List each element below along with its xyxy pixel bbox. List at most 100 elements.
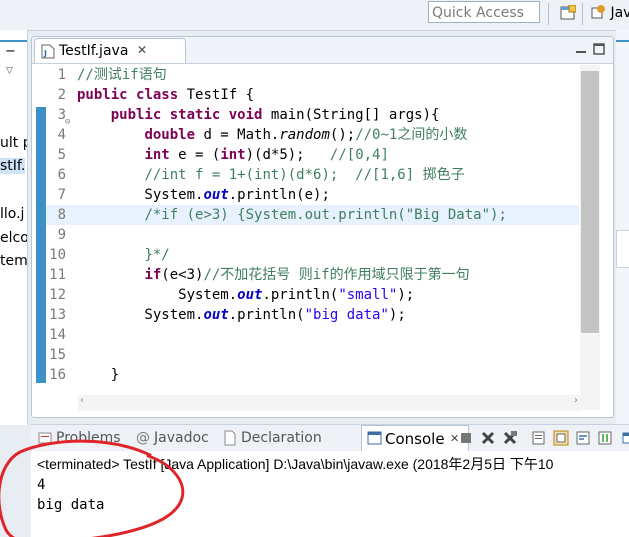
code-line[interactable]: 1 //测试if语句 — [46, 65, 579, 85]
toolbar-separator — [582, 3, 583, 25]
java-perspective-button[interactable]: Jav — [590, 4, 629, 24]
scroll-lock-icon[interactable] — [553, 430, 569, 446]
editor-tab-testif[interactable]: J TestIf.java ✕ — [34, 38, 186, 63]
code-text: public class TestIf { — [77, 85, 254, 105]
code-line[interactable]: 10 }*/ — [46, 245, 579, 265]
line-number: 11 — [49, 267, 66, 283]
code-line[interactable]: 11 if(e<3)//不加花括号 则if的作用域只限于第一句 — [46, 265, 579, 285]
scroll-left-icon[interactable]: ‹ — [80, 395, 84, 406]
open-perspective-icon[interactable] — [560, 5, 576, 21]
code-token: class — [136, 87, 179, 103]
code-text: int e = (int)(d*5); //[0,4] — [77, 145, 389, 165]
display-console-icon[interactable] — [621, 430, 629, 446]
code-editor-panel: J TestIf.java ✕ 1 //测试if语句 2 public class T… — [31, 36, 614, 418]
code-token: int — [144, 147, 170, 163]
tree-item[interactable]: tem — [0, 253, 27, 269]
code-line[interactable]: 3 ⊖ public static void main(String[] args… — [46, 105, 579, 127]
pin-console-icon[interactable] — [597, 430, 613, 446]
code-token: //int f = 1+(int)(d*6); //[1,6] 掷色子 — [144, 167, 465, 183]
code-token: random — [279, 127, 330, 143]
code-text: System.out.println(e); — [77, 185, 329, 205]
perspective-label: Jav — [610, 5, 629, 21]
code-token: //测试if语句 — [77, 67, 167, 83]
maximize-icon[interactable] — [592, 42, 606, 56]
code-token: //[0,4] — [329, 147, 389, 163]
main-toolbar: Quick Access Jav — [0, 0, 629, 31]
code-area[interactable]: 1//测试if语句 2 public class TestIf {3 ⊖ public… — [46, 65, 579, 390]
minimize-icon[interactable]: − — [5, 44, 16, 59]
close-tab-icon[interactable]: ✕ — [137, 43, 147, 57]
right-trim-panel — [616, 30, 629, 425]
tree-item[interactable]: elco — [0, 230, 27, 246]
code-line[interactable]: 16 } — [46, 365, 579, 385]
code-token: .println( — [228, 307, 305, 323]
console-status-line: <terminated> TestIf [Java Application] D… — [37, 456, 554, 472]
view-menu-icon[interactable]: ▽ — [6, 66, 13, 76]
clear-console-icon[interactable] — [531, 430, 547, 446]
code-token: System. — [77, 287, 238, 303]
console-output-area[interactable]: <terminated> TestIf [Java Application] D… — [31, 451, 629, 537]
tab-javadoc[interactable]: Javadoc — [154, 430, 209, 446]
code-line[interactable]: 5 int e = (int)(d*5); //[0,4] — [46, 145, 579, 165]
line-number: 6 — [57, 167, 66, 183]
code-line[interactable]: 14 — [46, 325, 579, 345]
code-token: e = ( — [169, 147, 221, 163]
code-line[interactable]: 9 — [46, 225, 579, 245]
line-number: 9 — [57, 227, 66, 243]
trim-stack[interactable] — [616, 230, 629, 268]
code-text: if(e<3)//不加花括号 则if的作用域只限于第一句 — [77, 265, 470, 285]
code-line[interactable]: 4 double d = Math.random();//0~1之间的小数 — [46, 125, 579, 145]
quick-access-input[interactable]: Quick Access — [428, 1, 540, 23]
tree-item-selected[interactable]: stIf. — [0, 158, 26, 174]
code-token: double — [144, 127, 196, 143]
console-output-line: 4 — [37, 477, 46, 493]
vertical-scroll-thumb[interactable] — [581, 71, 599, 333]
code-token: "big data" — [304, 307, 389, 323]
code-line[interactable]: 15 — [46, 345, 579, 365]
javadoc-icon: @ — [136, 430, 150, 446]
code-token: (); — [329, 127, 356, 143]
line-number: 16 — [49, 367, 66, 383]
tree-item[interactable]: ult p — [0, 135, 27, 151]
horizontal-scrollbar[interactable]: ‹ › — [78, 395, 580, 411]
code-token: "small" — [338, 287, 398, 303]
code-token: public — [110, 107, 162, 123]
minimize-icon[interactable] — [574, 42, 588, 56]
problems-icon — [38, 432, 52, 444]
remove-launch-icon[interactable] — [480, 430, 496, 446]
code-line[interactable]: 6 //int f = 1+(int)(d*6); //[1,6] 掷色子 — [46, 165, 579, 185]
package-explorer-panel: − ▽ ult p stIf. llo.j elco tem — [0, 30, 28, 425]
code-line[interactable]: 12 System.out.println("small"); — [46, 285, 579, 305]
code-token: System. — [77, 187, 204, 203]
panel-edge — [616, 40, 629, 42]
word-wrap-icon[interactable] — [575, 430, 591, 446]
code-text: //int f = 1+(int)(d*6); //[1,6] 掷色子 — [77, 165, 465, 185]
scroll-right-icon[interactable]: › — [574, 395, 578, 406]
line-number: 15 — [49, 347, 66, 363]
tree-item[interactable]: llo.j — [0, 206, 24, 222]
code-line[interactable]: 13 System.out.println("big data"); — [46, 305, 579, 325]
code-token: .println( — [262, 287, 339, 303]
tab-console[interactable]: Console ✕ — [361, 425, 469, 452]
remove-all-terminated-icon[interactable] — [502, 430, 518, 446]
line-number: 12 — [49, 287, 66, 303]
tab-console-label: Console — [385, 430, 445, 448]
code-token: } — [77, 367, 120, 383]
terminate-icon[interactable] — [458, 430, 474, 446]
tab-declaration[interactable]: Declaration — [241, 430, 322, 446]
code-token: if — [144, 267, 162, 283]
code-token: //不加花括号 则if的作用域只限于第一句 — [203, 267, 470, 283]
code-line-current[interactable]: 8 /*if (e>3) {System.out.println("Big Da… — [46, 205, 579, 225]
code-token: System. — [77, 307, 204, 323]
code-line[interactable]: 7 System.out.println(e); — [46, 185, 579, 205]
code-token: out — [237, 287, 263, 303]
code-line[interactable]: 2 public class TestIf { — [46, 85, 579, 105]
code-token: public — [77, 87, 128, 103]
line-number: 5 — [57, 147, 66, 163]
tab-problems[interactable]: Problems — [56, 430, 121, 446]
panel-edge — [0, 40, 27, 42]
